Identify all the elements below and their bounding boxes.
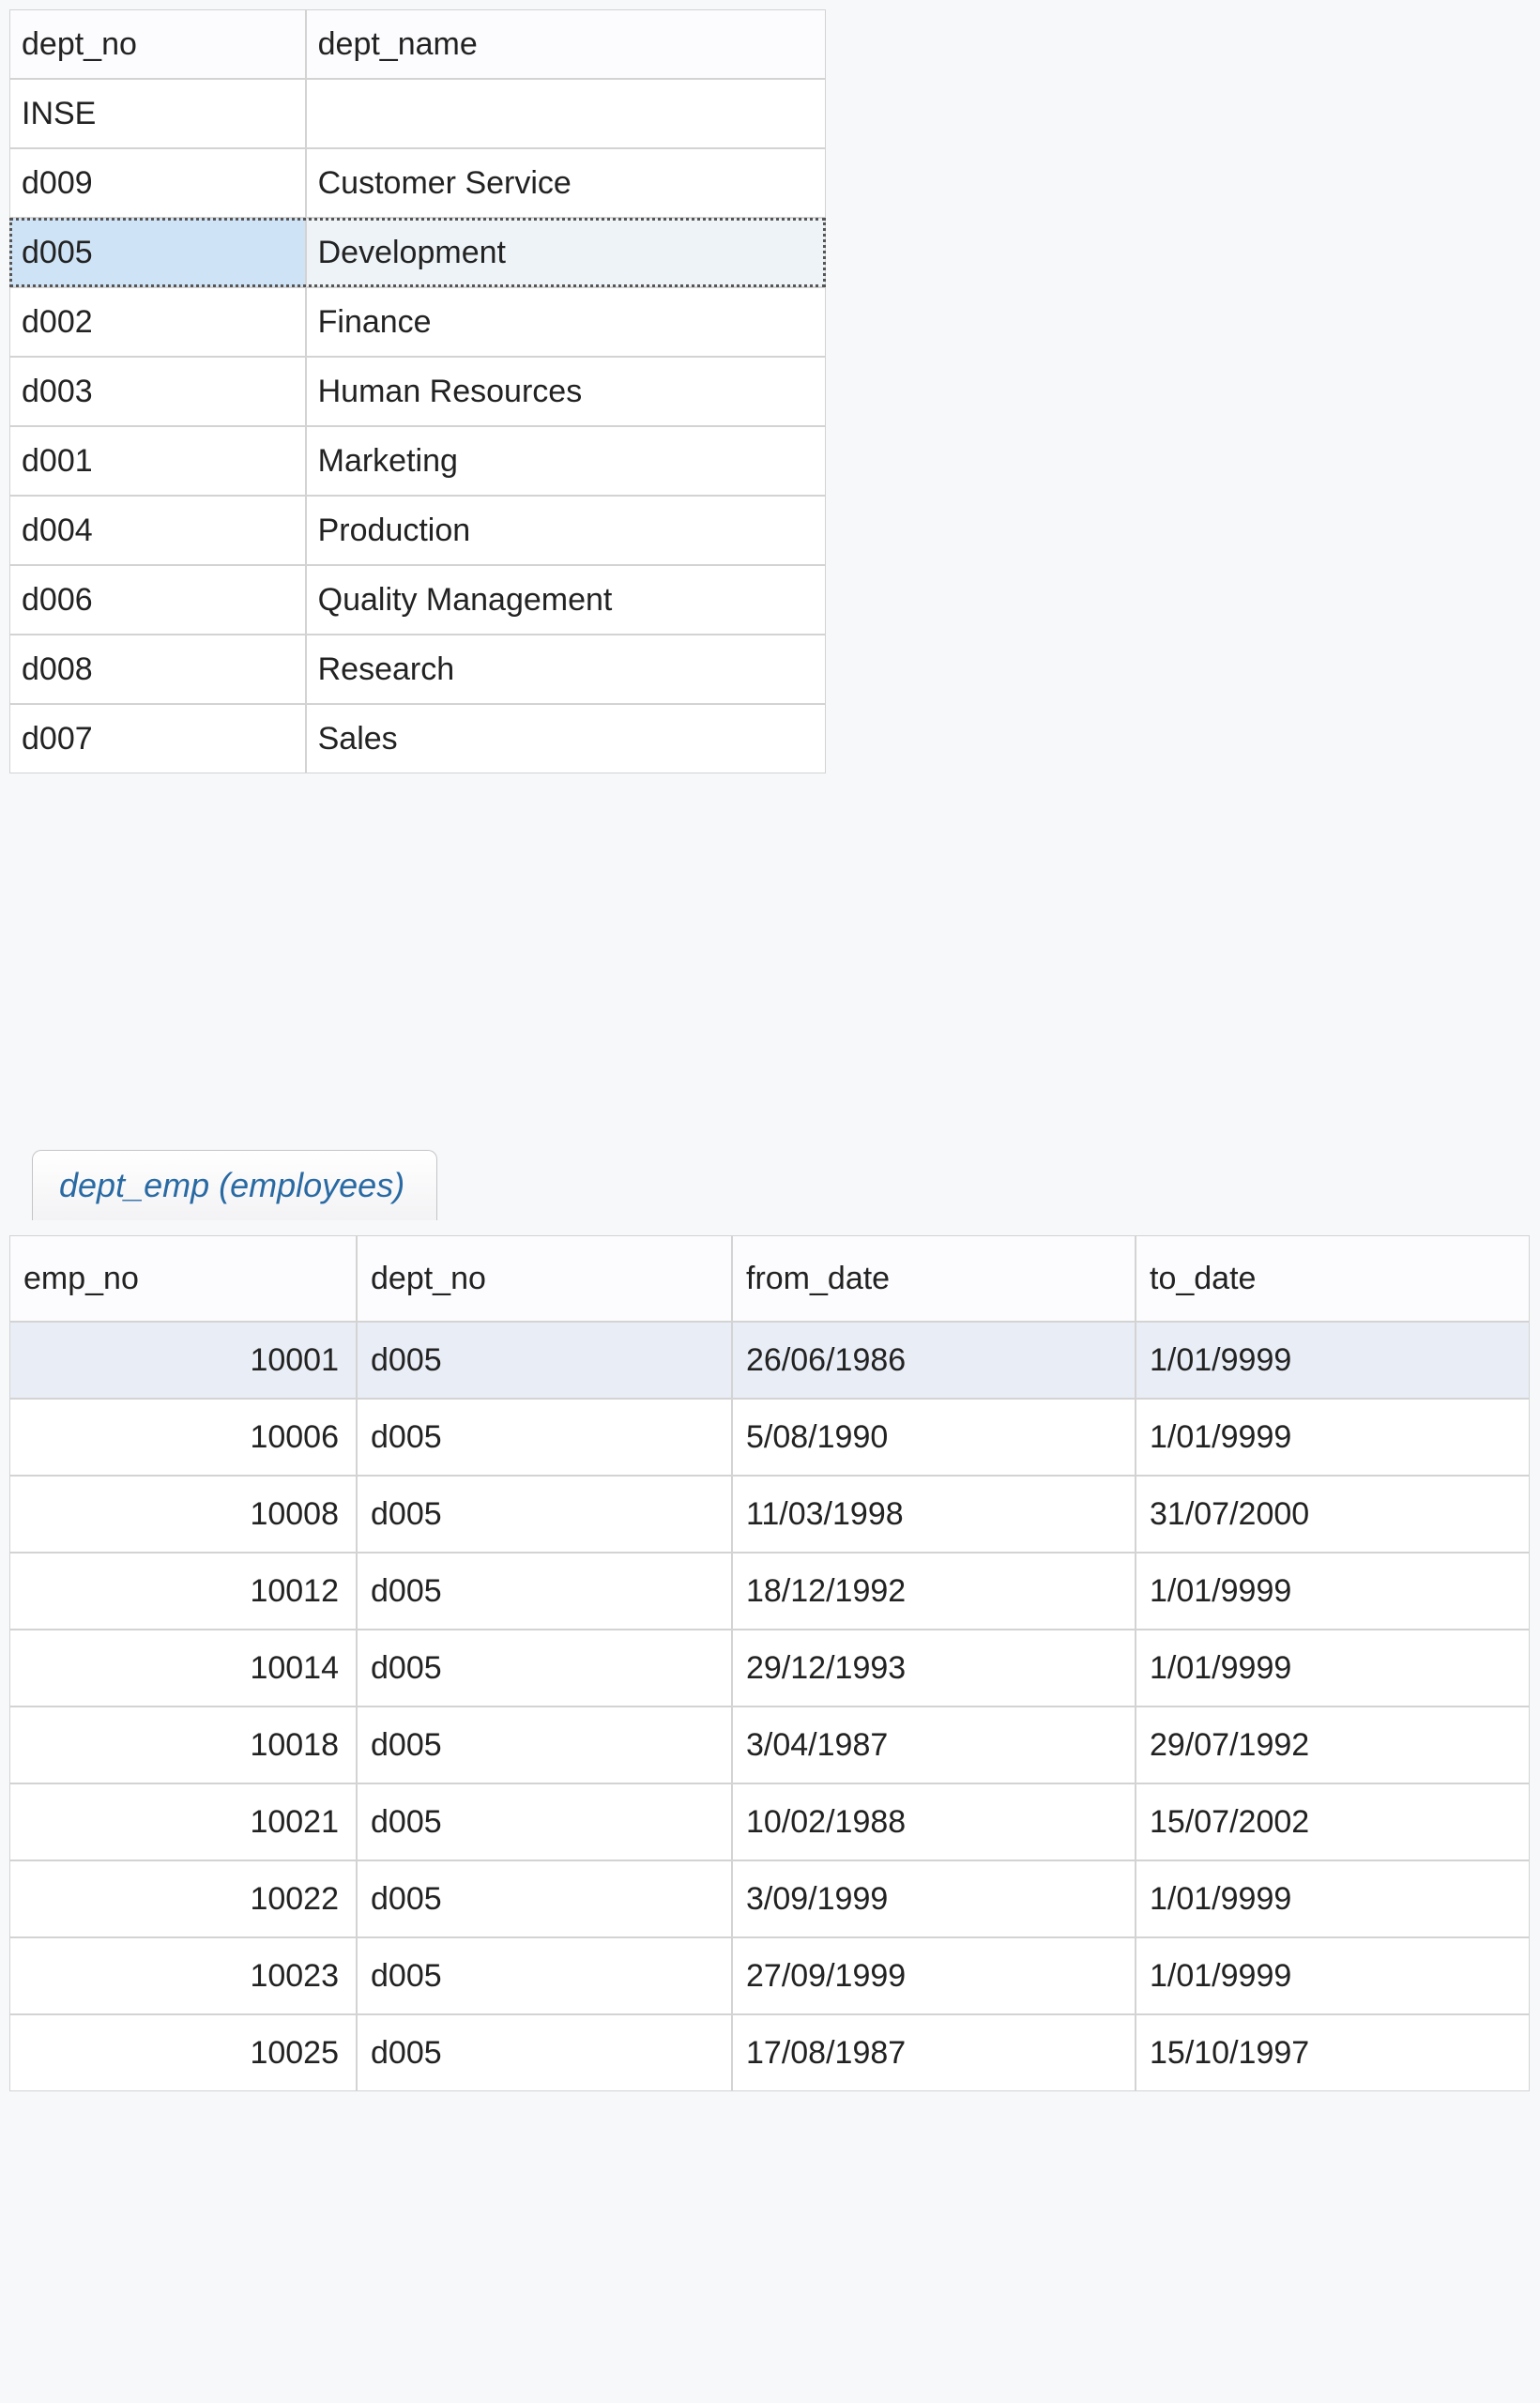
- dept_emp-body: 10001d00526/06/19861/01/999910006d0055/0…: [9, 1322, 1530, 2091]
- cell-dept_name[interactable]: Sales: [306, 704, 826, 773]
- cell-dept_no[interactable]: d005: [9, 218, 306, 287]
- cell-to_date[interactable]: 1/01/9999: [1136, 1322, 1530, 1399]
- cell-from_date[interactable]: 3/09/1999: [732, 1860, 1136, 1937]
- table-row[interactable]: 10022d0053/09/19991/01/9999: [9, 1860, 1530, 1937]
- tab-dept_emp[interactable]: dept_emp (employees): [32, 1150, 437, 1220]
- table-row[interactable]: 10018d0053/04/198729/07/1992: [9, 1707, 1530, 1783]
- cell-to_date[interactable]: 15/07/2002: [1136, 1783, 1530, 1860]
- departments-col-dept_no[interactable]: dept_no: [9, 9, 306, 79]
- cell-dept_no[interactable]: d001: [9, 426, 306, 496]
- page-root: dept_no dept_name INSEd009Customer Servi…: [0, 0, 1540, 2403]
- cell-from_date[interactable]: 18/12/1992: [732, 1553, 1136, 1630]
- cell-from_date[interactable]: 29/12/1993: [732, 1630, 1136, 1707]
- cell-dept_no[interactable]: d003: [9, 357, 306, 426]
- cell-dept_no[interactable]: d005: [357, 2014, 732, 2091]
- table-row[interactable]: d008Research: [9, 635, 826, 704]
- table-row[interactable]: 10001d00526/06/19861/01/9999: [9, 1322, 1530, 1399]
- cell-dept_no[interactable]: d007: [9, 704, 306, 773]
- cell-from_date[interactable]: 10/02/1988: [732, 1783, 1136, 1860]
- cell-from_date[interactable]: 26/06/1986: [732, 1322, 1136, 1399]
- dept_emp-header-row: emp_no dept_no from_date to_date: [9, 1235, 1530, 1322]
- cell-dept_no[interactable]: d008: [9, 635, 306, 704]
- departments-table[interactable]: dept_no dept_name INSEd009Customer Servi…: [9, 9, 826, 773]
- table-row[interactable]: d001Marketing: [9, 426, 826, 496]
- cell-from_date[interactable]: 3/04/1987: [732, 1707, 1136, 1783]
- dept_emp-col-dept_no[interactable]: dept_no: [357, 1235, 732, 1322]
- table-row[interactable]: 10025d00517/08/198715/10/1997: [9, 2014, 1530, 2091]
- cell-dept_no[interactable]: d006: [9, 565, 306, 635]
- dept_emp-table-wrap: emp_no dept_no from_date to_date 10001d0…: [9, 1235, 1530, 2091]
- dept_emp-col-from_date[interactable]: from_date: [732, 1235, 1136, 1322]
- cell-dept_no[interactable]: d005: [357, 1860, 732, 1937]
- cell-emp_no[interactable]: 10001: [9, 1322, 357, 1399]
- table-row[interactable]: 10006d0055/08/19901/01/9999: [9, 1399, 1530, 1476]
- departments-body: INSEd009Customer Serviced005Developmentd…: [9, 79, 826, 773]
- cell-emp_no[interactable]: 10014: [9, 1630, 357, 1707]
- table-row[interactable]: d006Quality Management: [9, 565, 826, 635]
- table-row[interactable]: 10021d00510/02/198815/07/2002: [9, 1783, 1530, 1860]
- cell-dept_no[interactable]: d005: [357, 1630, 732, 1707]
- cell-emp_no[interactable]: 10021: [9, 1783, 357, 1860]
- table-row[interactable]: d005Development: [9, 218, 826, 287]
- cell-dept_no[interactable]: d005: [357, 1707, 732, 1783]
- cell-dept_name[interactable]: Research: [306, 635, 826, 704]
- cell-dept_name[interactable]: Production: [306, 496, 826, 565]
- cell-dept_no[interactable]: d004: [9, 496, 306, 565]
- cell-emp_no[interactable]: 10006: [9, 1399, 357, 1476]
- cell-dept_name[interactable]: Customer Service: [306, 148, 826, 218]
- cell-emp_no[interactable]: 10018: [9, 1707, 357, 1783]
- dept_emp-col-emp_no[interactable]: emp_no: [9, 1235, 357, 1322]
- cell-dept_no[interactable]: d005: [357, 1937, 732, 2014]
- cell-emp_no[interactable]: 10023: [9, 1937, 357, 2014]
- cell-from_date[interactable]: 5/08/1990: [732, 1399, 1136, 1476]
- cell-emp_no[interactable]: 10012: [9, 1553, 357, 1630]
- cell-from_date[interactable]: 17/08/1987: [732, 2014, 1136, 2091]
- cell-dept_no[interactable]: d009: [9, 148, 306, 218]
- cell-dept_no[interactable]: INSE: [9, 79, 306, 148]
- cell-dept_no[interactable]: d005: [357, 1322, 732, 1399]
- cell-emp_no[interactable]: 10025: [9, 2014, 357, 2091]
- table-row[interactable]: d004Production: [9, 496, 826, 565]
- table-row[interactable]: 10014d00529/12/19931/01/9999: [9, 1630, 1530, 1707]
- table-row[interactable]: 10012d00518/12/19921/01/9999: [9, 1553, 1530, 1630]
- cell-to_date[interactable]: 15/10/1997: [1136, 2014, 1530, 2091]
- table-row[interactable]: 10023d00527/09/19991/01/9999: [9, 1937, 1530, 2014]
- cell-dept_name[interactable]: Finance: [306, 287, 826, 357]
- cell-to_date[interactable]: 1/01/9999: [1136, 1860, 1530, 1937]
- cell-dept_name[interactable]: Marketing: [306, 426, 826, 496]
- dept_emp-table[interactable]: emp_no dept_no from_date to_date 10001d0…: [9, 1235, 1530, 2091]
- cell-emp_no[interactable]: 10022: [9, 1860, 357, 1937]
- table-row[interactable]: d007Sales: [9, 704, 826, 773]
- dept_emp-col-to_date[interactable]: to_date: [1136, 1235, 1530, 1322]
- cell-from_date[interactable]: 11/03/1998: [732, 1476, 1136, 1553]
- table-row[interactable]: d003Human Resources: [9, 357, 826, 426]
- cell-from_date[interactable]: 27/09/1999: [732, 1937, 1136, 2014]
- cell-dept_no[interactable]: d005: [357, 1476, 732, 1553]
- departments-header-row: dept_no dept_name: [9, 9, 826, 79]
- table-row[interactable]: d002Finance: [9, 287, 826, 357]
- cell-to_date[interactable]: 29/07/1992: [1136, 1707, 1530, 1783]
- cell-to_date[interactable]: 1/01/9999: [1136, 1937, 1530, 2014]
- departments-col-dept_name[interactable]: dept_name: [306, 9, 826, 79]
- cell-dept_name[interactable]: Quality Management: [306, 565, 826, 635]
- table-row[interactable]: INSE: [9, 79, 826, 148]
- cell-dept_no[interactable]: d005: [357, 1399, 732, 1476]
- cell-dept_name[interactable]: Human Resources: [306, 357, 826, 426]
- cell-dept_no[interactable]: d005: [357, 1553, 732, 1630]
- table-row[interactable]: 10008d00511/03/199831/07/2000: [9, 1476, 1530, 1553]
- cell-dept_no[interactable]: d005: [357, 1783, 732, 1860]
- detail-tab-strip: dept_emp (employees): [32, 1150, 437, 1220]
- cell-to_date[interactable]: 31/07/2000: [1136, 1476, 1530, 1553]
- cell-dept_name[interactable]: [306, 79, 826, 148]
- cell-dept_name[interactable]: Development: [306, 218, 826, 287]
- cell-dept_no[interactable]: d002: [9, 287, 306, 357]
- cell-to_date[interactable]: 1/01/9999: [1136, 1399, 1530, 1476]
- table-row[interactable]: d009Customer Service: [9, 148, 826, 218]
- cell-emp_no[interactable]: 10008: [9, 1476, 357, 1553]
- cell-to_date[interactable]: 1/01/9999: [1136, 1630, 1530, 1707]
- cell-to_date[interactable]: 1/01/9999: [1136, 1553, 1530, 1630]
